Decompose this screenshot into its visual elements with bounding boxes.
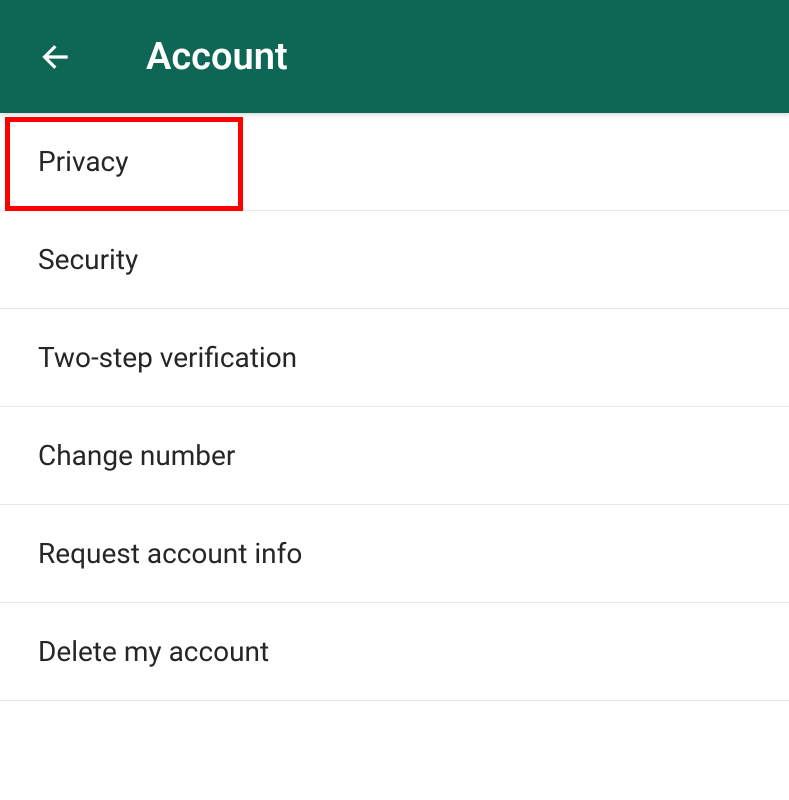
list-item-label: Two-step verification (38, 341, 297, 374)
page-title: Account (146, 35, 288, 79)
list-item-request-account-info[interactable]: Request account info (0, 505, 789, 603)
list-item-label: Change number (38, 439, 235, 472)
list-item-delete-my-account[interactable]: Delete my account (0, 603, 789, 701)
list-item-security[interactable]: Security (0, 211, 789, 309)
list-item-label: Delete my account (38, 635, 269, 668)
app-header: Account (0, 0, 789, 113)
list-item-label: Request account info (38, 537, 302, 570)
list-item-label: Privacy (38, 145, 128, 178)
back-arrow-icon[interactable] (36, 38, 74, 76)
list-item-privacy[interactable]: Privacy (0, 113, 789, 211)
list-item-two-step-verification[interactable]: Two-step verification (0, 309, 789, 407)
settings-list: Privacy Security Two-step verification C… (0, 113, 789, 701)
list-item-label: Security (38, 243, 138, 276)
arrow-left-icon (36, 38, 74, 76)
list-item-change-number[interactable]: Change number (0, 407, 789, 505)
